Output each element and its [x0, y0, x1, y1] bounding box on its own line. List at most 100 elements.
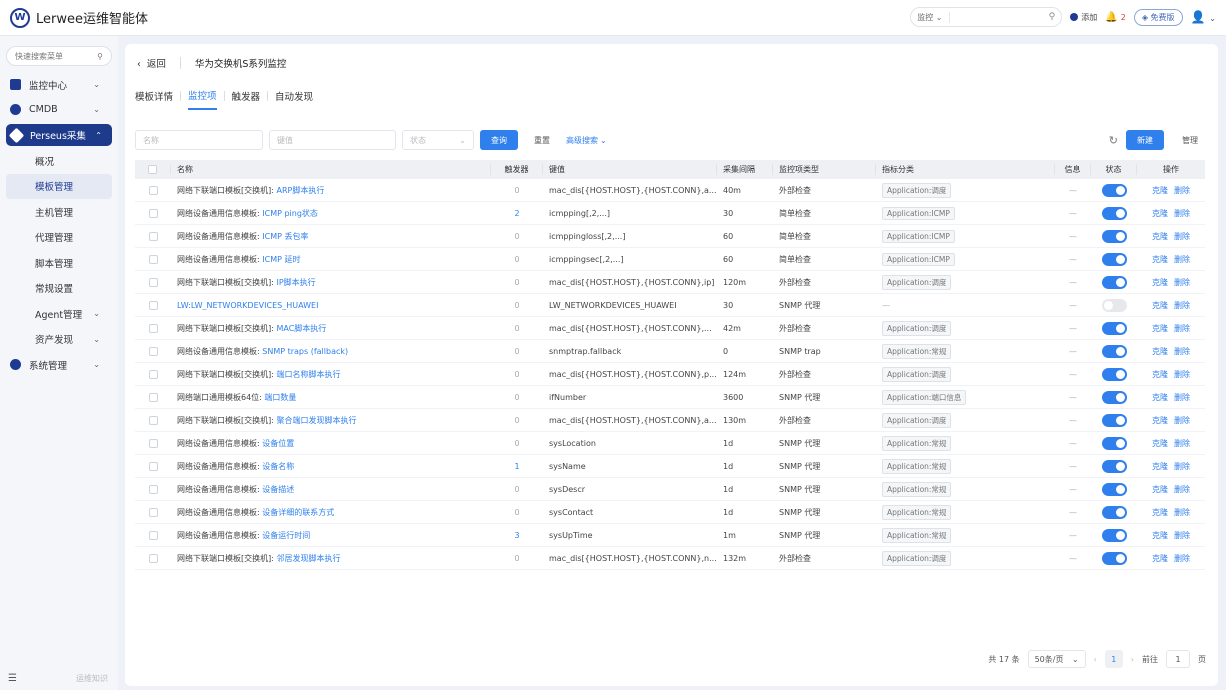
delete-button[interactable]: 删除	[1174, 508, 1190, 517]
item-name-link[interactable]: 设备名称	[262, 462, 294, 471]
query-button[interactable]: 查询	[480, 130, 518, 150]
status-toggle[interactable]	[1101, 390, 1127, 404]
row-checkbox[interactable]	[148, 507, 158, 517]
clone-button[interactable]: 克隆	[1152, 462, 1168, 471]
user-menu[interactable]: 👤 ⌄	[1191, 10, 1216, 24]
delete-button[interactable]: 删除	[1174, 416, 1190, 425]
add-button[interactable]: 添加	[1070, 12, 1097, 23]
header-status[interactable]: 状态	[1091, 164, 1137, 175]
clone-button[interactable]: 克隆	[1152, 439, 1168, 448]
select-all-checkbox[interactable]	[148, 165, 157, 174]
delete-button[interactable]: 删除	[1174, 554, 1190, 563]
item-name-link[interactable]: LW:LW_NETWORKDEVICES_HUAWEI	[177, 301, 318, 310]
row-checkbox[interactable]	[148, 553, 158, 563]
row-checkbox[interactable]	[148, 208, 158, 218]
status-toggle[interactable]	[1101, 551, 1127, 565]
clone-button[interactable]: 克隆	[1152, 209, 1168, 218]
collapse-menu-icon[interactable]: ☰	[8, 673, 17, 684]
back-button[interactable]: ‹ 返回	[137, 56, 166, 70]
sidebar-sub-scripts[interactable]: 脚本管理	[6, 250, 112, 276]
clone-button[interactable]: 克隆	[1152, 370, 1168, 379]
manage-button[interactable]: 管理	[1172, 130, 1208, 150]
clone-button[interactable]: 克隆	[1152, 393, 1168, 402]
item-name-link[interactable]: 聚合端口发现脚本执行	[276, 416, 356, 425]
row-checkbox[interactable]	[148, 461, 158, 471]
row-checkbox[interactable]	[148, 323, 158, 333]
delete-button[interactable]: 删除	[1174, 439, 1190, 448]
item-name-link[interactable]: 设备位置	[262, 439, 294, 448]
header-tag[interactable]: 指标分类	[876, 164, 1055, 175]
status-toggle[interactable]	[1101, 459, 1127, 473]
clone-button[interactable]: 克隆	[1152, 186, 1168, 195]
refresh-icon[interactable]: ↻	[1109, 134, 1118, 147]
tab-triggers[interactable]: 触发器	[232, 89, 261, 109]
row-checkbox[interactable]	[148, 277, 158, 287]
row-checkbox[interactable]	[148, 415, 158, 425]
sidebar-sub-templates[interactable]: 模板管理	[6, 173, 112, 199]
clone-button[interactable]: 克隆	[1152, 416, 1168, 425]
clone-button[interactable]: 克隆	[1152, 255, 1168, 264]
clone-button[interactable]: 克隆	[1152, 347, 1168, 356]
item-name-link[interactable]: MAC脚本执行	[276, 324, 326, 333]
item-name-link[interactable]: 邻居发现脚本执行	[276, 554, 340, 563]
row-checkbox[interactable]	[148, 300, 158, 310]
status-toggle[interactable]	[1101, 229, 1127, 243]
item-name-link[interactable]: SNMP traps (fallback)	[262, 347, 348, 356]
status-toggle[interactable]	[1101, 505, 1127, 519]
row-checkbox[interactable]	[148, 254, 158, 264]
header-triggers[interactable]: 触发器	[491, 164, 543, 175]
alert-button[interactable]: 🔔 2	[1105, 12, 1126, 23]
sidebar-sub-overview[interactable]: 概况	[6, 148, 112, 174]
delete-button[interactable]: 删除	[1174, 485, 1190, 494]
clone-button[interactable]: 克隆	[1152, 324, 1168, 333]
tab-discovery[interactable]: 自动发现	[275, 89, 313, 109]
clone-button[interactable]: 克隆	[1152, 232, 1168, 241]
page-size-select[interactable]: 50条/页 ⌄	[1027, 650, 1086, 668]
delete-button[interactable]: 删除	[1174, 462, 1190, 471]
row-checkbox[interactable]	[148, 438, 158, 448]
clone-button[interactable]: 克隆	[1152, 508, 1168, 517]
row-checkbox[interactable]	[148, 484, 158, 494]
item-name-link[interactable]: 设备详细的联系方式	[262, 508, 334, 517]
delete-button[interactable]: 删除	[1174, 393, 1190, 402]
header-info[interactable]: 信息	[1055, 164, 1091, 175]
app-logo[interactable]: W Lerwee运维智能体	[10, 7, 148, 28]
name-filter-input[interactable]: 名称	[135, 130, 263, 150]
row-checkbox[interactable]	[148, 392, 158, 402]
status-toggle[interactable]	[1101, 206, 1127, 220]
item-name-link[interactable]: 端口名称脚本执行	[276, 370, 340, 379]
status-toggle[interactable]	[1101, 344, 1127, 358]
header-name[interactable]: 名称	[171, 164, 491, 175]
item-name-link[interactable]: 设备描述	[262, 485, 294, 494]
key-filter-input[interactable]: 键值	[269, 130, 396, 150]
item-name-link[interactable]: 端口数量	[264, 393, 296, 402]
delete-button[interactable]: 删除	[1174, 370, 1190, 379]
status-toggle[interactable]	[1101, 482, 1127, 496]
clone-button[interactable]: 克隆	[1152, 278, 1168, 287]
clone-button[interactable]: 克隆	[1152, 554, 1168, 563]
header-type[interactable]: 监控项类型	[773, 164, 876, 175]
row-checkbox[interactable]	[148, 369, 158, 379]
reset-button[interactable]: 重置	[524, 130, 560, 150]
status-toggle[interactable]	[1101, 252, 1127, 266]
delete-button[interactable]: 删除	[1174, 186, 1190, 195]
goto-page-input[interactable]: 1	[1166, 650, 1190, 668]
delete-button[interactable]: 删除	[1174, 255, 1190, 264]
search-type-select[interactable]: 监控 ⌄	[917, 11, 950, 23]
delete-button[interactable]: 删除	[1174, 347, 1190, 356]
status-toggle[interactable]	[1101, 321, 1127, 335]
prev-page-icon[interactable]: ‹	[1094, 655, 1097, 664]
sidebar-item-system[interactable]: 系统管理 ⌄	[0, 352, 118, 377]
sidebar-sub-proxies[interactable]: 代理管理	[6, 225, 112, 251]
row-checkbox[interactable]	[148, 530, 158, 540]
clone-button[interactable]: 克隆	[1152, 301, 1168, 310]
sidebar-sub-hosts[interactable]: 主机管理	[6, 199, 112, 225]
row-checkbox[interactable]	[148, 231, 158, 241]
global-search[interactable]: 监控 ⌄ ⚲	[910, 7, 1063, 27]
status-filter-select[interactable]: 状态 ⌄	[402, 130, 474, 150]
status-toggle[interactable]	[1101, 183, 1127, 197]
tab-items[interactable]: 监控项	[188, 88, 217, 110]
tab-template-details[interactable]: 模板详情	[135, 89, 173, 109]
free-version-badge[interactable]: ◈ 免费版	[1133, 8, 1183, 26]
status-toggle[interactable]	[1101, 298, 1127, 312]
